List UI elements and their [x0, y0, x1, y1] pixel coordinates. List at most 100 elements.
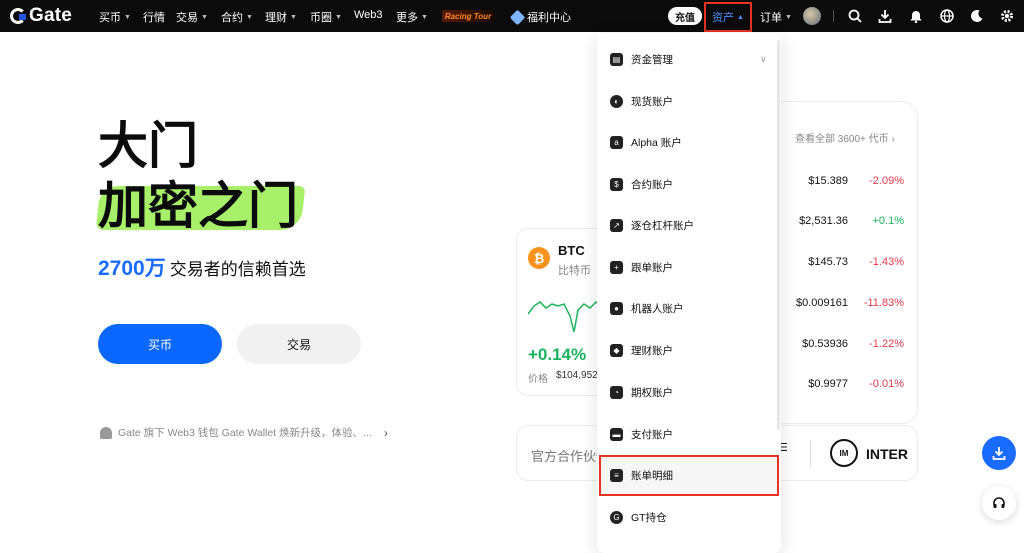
chevron-down-icon: ▼ [201, 13, 208, 21]
moon-icon[interactable] [969, 8, 985, 24]
announcement-bar[interactable]: Gate 旗下 Web3 钱包 Gate Wallet 焕新升级，体验、... … [100, 425, 388, 440]
chevron-down-icon: ▼ [124, 13, 131, 21]
logo-text: Gate [29, 5, 73, 26]
btc-symbol: BTC [558, 243, 585, 258]
bill-icon: ≡ [610, 468, 623, 482]
avatar[interactable] [803, 7, 821, 25]
bell-icon [100, 426, 112, 439]
nav-earn[interactable]: 理财 ▼ [265, 9, 297, 25]
gate-logo[interactable]: Gate [10, 5, 72, 27]
btc-change: +0.14% [528, 345, 587, 364]
market-row[interactable]: $2,531.36 +0.1% [780, 215, 906, 231]
gear-icon[interactable] [999, 8, 1015, 24]
menu-item-earn-account[interactable]: ◆ 理财账户 [610, 340, 770, 360]
divider [833, 10, 834, 22]
nav-trade[interactable]: 交易 ▼ [176, 9, 208, 25]
inter-milan-logo[interactable]: IM [830, 439, 858, 467]
chevron-down-icon: ▼ [246, 13, 253, 21]
buy-crypto-button[interactable]: 买币 [98, 324, 222, 364]
menu-label: 支付账户 [631, 428, 673, 441]
nav-label: 行情 [143, 12, 165, 24]
racing-tour-badge[interactable]: Racing Tour [442, 10, 494, 22]
deposit-button[interactable]: 充值 [668, 7, 702, 25]
dropdown-scrollbar[interactable] [777, 40, 780, 430]
menu-item-bot-account[interactable]: ● 机器人账户 [610, 298, 770, 318]
menu-item-margin-account[interactable]: ↗ 逐仓杠杆账户 [610, 215, 770, 235]
market-row[interactable]: $0.9977 -0.01% [780, 378, 906, 394]
menu-label: 资金管理 [631, 53, 673, 66]
menu-item-options-account[interactable]: ◔ 期权账户 [610, 382, 770, 402]
menu-item-bill-details[interactable]: ≡ 账单明细 [610, 465, 770, 485]
top-navbar: Gate 买币 ▼ 行情 交易 ▼ 合约 ▼ 理财 ▼ 币圈 ▼ Web3 更多 ▼ Rac… [0, 0, 1024, 32]
bitcoin-icon: ₿ [528, 247, 550, 269]
nav-community[interactable]: 币圈 ▼ [310, 9, 342, 25]
nav-label: 更多 [396, 12, 418, 24]
market-row[interactable]: $0.53936 -1.22% [780, 338, 906, 354]
market-row[interactable]: $15.389 -2.09% [780, 175, 906, 191]
nav-orders[interactable]: 订单 ▼ [760, 9, 792, 25]
download-icon[interactable] [877, 8, 893, 24]
copy-trade-icon: + [610, 260, 623, 274]
support-button[interactable] [982, 486, 1016, 520]
gt-icon: G [610, 510, 623, 524]
inter-text: INTER [866, 446, 908, 462]
menu-item-gt-holdings[interactable]: G GT持仓 [610, 507, 770, 527]
token-price: $15.389 [808, 175, 848, 187]
token-change: -1.22% [869, 338, 904, 350]
bell-icon[interactable] [908, 8, 924, 24]
token-price: $0.53936 [802, 338, 848, 350]
welfare-center-link[interactable]: 福利中心 [509, 9, 571, 25]
globe-icon[interactable] [939, 8, 955, 24]
menu-label: 机器人账户 [631, 302, 684, 315]
menu-item-fund-management[interactable]: ▤ 资金管理 [610, 49, 770, 69]
token-price: $0.009161 [796, 297, 848, 309]
wallet-icon: ▤ [610, 52, 623, 66]
nav-label: 买币 [99, 12, 121, 24]
hero-subtitle: 2700万 交易者的信赖首选 [98, 252, 306, 282]
chevron-down-icon: ▼ [421, 13, 428, 21]
nav-assets[interactable]: 资产 ▲ [704, 2, 752, 32]
menu-item-payment-account[interactable]: ▬ 支付账户 [610, 424, 770, 444]
announcement-text: Gate 旗下 Web3 钱包 Gate Wallet 焕新升级，体验、... [118, 427, 372, 439]
trade-button[interactable]: 交易 [237, 324, 361, 364]
chevron-down-icon: ▼ [335, 13, 342, 21]
chevron-right-icon: › [383, 425, 388, 440]
menu-item-spot-account[interactable]: ◐ 现货账户 [610, 91, 770, 111]
menu-item-alpha-account[interactable]: a Alpha 账户 [610, 132, 770, 152]
view-all-tokens-link[interactable]: 查看全部 3600+ 代币 › [795, 130, 895, 145]
pay-icon: ▬ [610, 427, 623, 441]
futures-icon: $ [610, 177, 623, 191]
robot-icon: ● [610, 301, 623, 315]
menu-label: 跟单账户 [631, 261, 673, 274]
menu-label: 期权账户 [631, 386, 673, 399]
token-price: $2,531.36 [799, 215, 848, 227]
nav-futures[interactable]: 合约 ▼ [221, 9, 253, 25]
gate-logo-icon [10, 8, 26, 24]
market-row[interactable]: $0.009161 -11.83% [780, 297, 906, 313]
download-icon [992, 447, 1006, 460]
nav-markets[interactable]: 行情 [143, 9, 165, 25]
search-icon[interactable] [847, 8, 863, 24]
nav-web3[interactable]: Web3 [354, 9, 383, 21]
nav-more[interactable]: 更多 ▼ [396, 9, 428, 25]
menu-item-futures-account[interactable]: $ 合约账户 [610, 174, 770, 194]
token-change: -0.01% [869, 378, 904, 390]
menu-item-copy-trade-account[interactable]: + 跟单账户 [610, 257, 770, 277]
btc-price-label: 价格 [528, 374, 548, 385]
user-count: 2700万 [98, 257, 166, 280]
hero-title-line1: 大门 [98, 118, 198, 174]
options-icon: ◔ [610, 385, 623, 399]
btc-sparkline [528, 300, 600, 333]
chevron-down-icon: ▼ [785, 13, 792, 21]
chevron-right-icon: › [891, 134, 895, 145]
download-app-button[interactable] [982, 436, 1016, 470]
welfare-label: 福利中心 [527, 12, 571, 24]
token-change: -1.43% [869, 256, 904, 268]
menu-label: 账单明细 [631, 469, 673, 482]
token-price: $145.73 [808, 256, 848, 268]
token-change: -2.09% [869, 175, 904, 187]
menu-label: Alpha 账户 [631, 136, 682, 149]
subtitle-text: 交易者的信赖首选 [169, 260, 306, 279]
nav-buy-crypto[interactable]: 买币 ▼ [99, 9, 131, 25]
market-row[interactable]: $145.73 -1.43% [780, 256, 906, 272]
